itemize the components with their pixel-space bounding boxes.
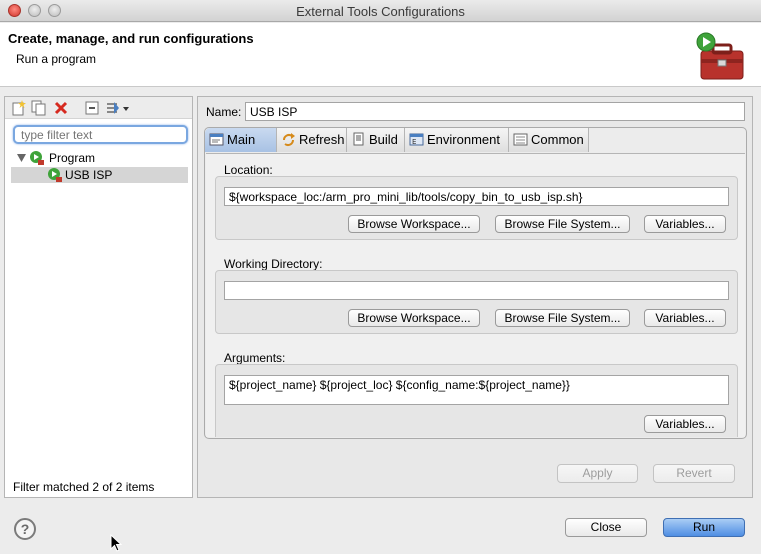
window-title: External Tools Configurations <box>296 4 465 19</box>
tree-group-label: Program <box>49 151 96 165</box>
new-config-icon[interactable] <box>11 100 27 116</box>
location-group: Browse Workspace... Browse File System..… <box>215 176 738 240</box>
main-tab-icon <box>209 133 224 146</box>
collapse-all-icon[interactable] <box>84 100 100 116</box>
main-tab-content: Location: Browse Workspace... Browse Fil… <box>206 153 745 437</box>
config-tab-folder: Main Refresh Build E Environment Common … <box>204 127 747 439</box>
header-subtitle: Run a program <box>16 52 97 66</box>
environment-icon: E <box>409 133 424 146</box>
tab-label: Common <box>531 132 584 147</box>
configuration-editor-panel: Name: Main Refresh <box>197 96 753 498</box>
workdir-variables-button[interactable]: Variables... <box>644 309 726 327</box>
refresh-icon <box>283 133 295 146</box>
run-button[interactable]: Run <box>663 518 745 537</box>
arguments-variables-button[interactable]: Variables... <box>644 415 726 433</box>
config-toolbar <box>5 97 192 119</box>
arguments-group: ${project_name} ${project_loc} ${config_… <box>215 364 738 437</box>
dialog-header: Create, manage, and run configurations R… <box>0 23 761 87</box>
name-input[interactable] <box>245 102 745 121</box>
tab-label: Build <box>369 132 398 147</box>
tab-environment[interactable]: E Environment <box>405 128 509 152</box>
location-browse-workspace-button[interactable]: Browse Workspace... <box>348 215 480 233</box>
delete-config-icon[interactable] <box>53 100 69 116</box>
help-icon[interactable]: ? <box>14 518 36 540</box>
tab-refresh[interactable]: Refresh <box>277 128 347 152</box>
filter-config-icon[interactable] <box>105 100 131 116</box>
apply-button[interactable]: Apply <box>557 464 638 483</box>
working-directory-group: Browse Workspace... Browse File System..… <box>215 270 738 334</box>
tree-item-usb-isp[interactable]: USB ISP <box>11 167 188 183</box>
tab-label: Refresh <box>299 132 345 147</box>
working-directory-label: Working Directory: <box>224 257 323 271</box>
arguments-label: Arguments: <box>224 351 286 365</box>
toolbox-icon <box>696 32 744 80</box>
duplicate-config-icon[interactable] <box>31 100 47 116</box>
mouse-cursor-icon <box>110 534 122 552</box>
name-label: Name: <box>206 105 242 119</box>
tab-label: Environment <box>427 132 500 147</box>
disclosure-triangle-icon[interactable] <box>17 154 26 162</box>
tree-group-program[interactable]: Program <box>15 150 185 166</box>
tree-item-label: USB ISP <box>65 168 113 182</box>
common-icon <box>513 133 528 146</box>
workdir-browse-workspace-button[interactable]: Browse Workspace... <box>348 309 480 327</box>
tab-label: Main <box>227 132 256 147</box>
svg-text:E: E <box>412 138 416 146</box>
tab-common[interactable]: Common <box>509 128 589 152</box>
close-button[interactable]: Close <box>565 518 647 537</box>
build-icon <box>353 132 364 146</box>
program-launch-icon <box>48 168 62 182</box>
location-label: Location: <box>224 163 273 177</box>
filter-status: Filter matched 2 of 2 items <box>13 480 155 494</box>
configuration-list-panel: Program USB ISP Filter matched 2 of 2 it… <box>4 96 193 498</box>
workdir-browse-filesystem-button[interactable]: Browse File System... <box>495 309 630 327</box>
revert-button[interactable]: Revert <box>653 464 735 483</box>
tab-build[interactable]: Build <box>347 128 405 152</box>
location-input[interactable] <box>224 187 729 206</box>
tab-main[interactable]: Main <box>205 128 277 152</box>
location-browse-filesystem-button[interactable]: Browse File System... <box>495 215 630 233</box>
working-directory-input[interactable] <box>224 281 729 300</box>
program-launch-icon <box>30 151 44 165</box>
location-variables-button[interactable]: Variables... <box>644 215 726 233</box>
header-title: Create, manage, and run configurations <box>8 31 254 46</box>
arguments-textarea[interactable]: ${project_name} ${project_loc} ${config_… <box>224 375 729 405</box>
filter-input[interactable] <box>13 125 188 144</box>
title-bar: External Tools Configurations <box>0 0 761 22</box>
